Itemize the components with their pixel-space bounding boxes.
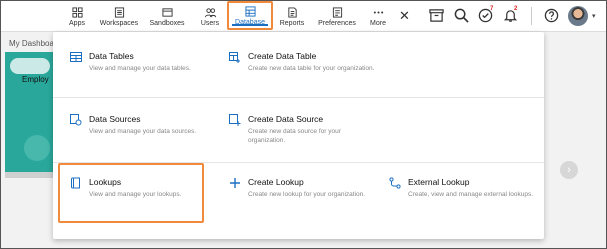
window-frame	[0, 0, 607, 249]
